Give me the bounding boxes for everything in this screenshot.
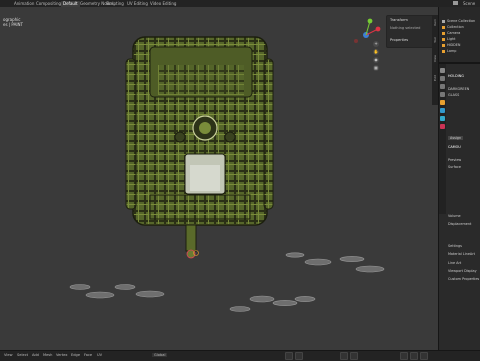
scene-icon [452,0,460,6]
material-name-field[interactable]: CAMOU [448,145,461,149]
workspace-tab-bar: Animation Compositing Default Geometry N… [0,0,480,7]
assign-button[interactable]: Assign [448,136,464,140]
material-slot[interactable]: DARKGREEN [448,87,469,91]
material-icon[interactable] [440,124,445,129]
modifier-icon[interactable] [440,108,445,113]
xray-icon[interactable] [350,352,358,360]
output-icon[interactable] [440,84,445,89]
section-viewport-display[interactable]: Viewport Display [448,269,477,273]
sidebar-tab-edit[interactable]: Edit [433,75,437,81]
sidebar-tab-item[interactable]: Item [433,19,437,26]
object-props-icon[interactable] [440,100,445,105]
trail-camera-model[interactable] [125,36,274,259]
menu-vertex[interactable]: Vertex [56,353,68,357]
scene-props-icon[interactable] [440,92,445,97]
grid-icon[interactable]: ▦ [373,65,379,71]
outliner-row[interactable]: Lamp [442,49,456,54]
editor-header-bar: View Select Add Mesh Vertex Edge Face UV… [0,350,480,361]
menu-edge[interactable]: Edge [71,353,80,357]
outliner-row[interactable]: Scene Collection [442,19,475,24]
tool-icon[interactable] [440,68,445,73]
collection-icon [442,20,445,23]
shading-render-icon[interactable] [420,352,428,360]
camera-view-icon[interactable]: ◉ [373,57,379,63]
outliner-row[interactable]: Camera [442,31,460,36]
lamp-icon [442,50,445,53]
shading-solid-icon[interactable] [400,352,408,360]
outliner-row[interactable]: Light [442,37,455,42]
material-slot[interactable]: GLASS [448,93,459,97]
collection-icon [442,26,445,29]
zoom-icon[interactable]: + [373,41,379,47]
sidebar-tab-tool[interactable]: Tool [433,37,437,43]
section-settings[interactable]: Settings [448,244,462,248]
section-custom-properties[interactable]: Custom Properties [448,277,479,281]
render-icon[interactable] [440,76,445,81]
nothing-selected-text: Nothing selected [390,26,421,30]
section-displacement[interactable]: Displacement [448,222,471,226]
menu-face[interactable]: Face [84,353,92,357]
shading-material-icon[interactable] [410,352,418,360]
camera-icon [442,32,445,35]
pan-icon[interactable]: ✋ [373,49,379,55]
right-panel: Scene Collection Collection Camera Light… [438,7,480,350]
menu-uv[interactable]: UV [97,353,102,357]
outliner: Scene Collection Collection Camera Light… [439,7,480,64]
menu-view[interactable]: View [4,353,13,357]
properties-header[interactable]: Properties [390,38,408,42]
sidebar-npanel: Transform Nothing selected Properties [386,15,434,48]
outliner-row[interactable]: Collection [442,25,464,30]
navigation-gizmo[interactable] [348,17,384,53]
footprint-decals [69,252,385,312]
object-name: HOLDING [448,74,464,78]
section-surface[interactable]: Surface [448,165,461,169]
menu-add[interactable]: Add [32,353,39,357]
material-properties: HOLDING DARKGREEN GLASS Assign CAMOU Pre… [447,64,480,350]
menu-mesh[interactable]: Mesh [43,353,52,357]
light-icon [442,38,445,41]
physics-icon[interactable] [440,116,445,121]
section-line-art[interactable]: Line Art [448,261,461,265]
menu-select[interactable]: Select [17,353,28,357]
transform-header[interactable]: Transform [390,18,408,22]
overlay-icon[interactable] [340,352,348,360]
properties-tabs [439,64,446,214]
proportional-edit-icon[interactable] [285,352,293,360]
section-preview[interactable]: Preview [448,158,461,162]
object-icon [442,44,445,47]
3d-viewport[interactable]: ographic es | PAINT + ✋ ◉ ▦ Transform No… [0,7,438,350]
section-volume[interactable]: Volume [448,214,461,218]
outliner-row[interactable]: HIDDEN [442,43,460,48]
sidebar-tab-view[interactable]: View [433,55,437,62]
snap-icon[interactable] [295,352,303,360]
section-material-lineart[interactable]: Material LineArt [448,252,475,256]
transform-orientation-select[interactable]: Global [152,353,168,357]
